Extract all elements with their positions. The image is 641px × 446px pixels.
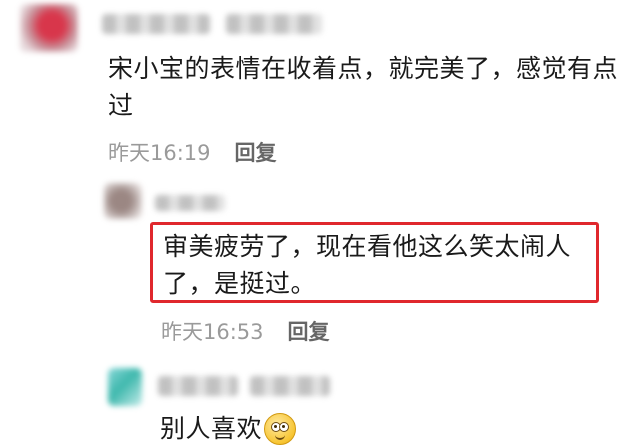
reply-text-row: 别人喜欢 (160, 410, 460, 446)
username-blurred[interactable] (158, 376, 238, 396)
username-blurred (250, 376, 330, 396)
reply-meta: 昨天16:53 回复 (161, 316, 330, 346)
reply-button[interactable]: 回复 (288, 316, 330, 346)
reply-button[interactable]: 回复 (235, 137, 277, 167)
avatar[interactable] (104, 183, 142, 219)
username-blurred (226, 14, 322, 34)
grinning-face-icon (264, 412, 297, 445)
username-blurred[interactable] (102, 14, 210, 34)
reply-text: 审美疲劳了，现在看他这么笑太闹人了，是挺过。 (163, 232, 572, 298)
comment-text: 宋小宝的表情在收着点，就完美了，感觉有点过 (108, 54, 619, 120)
username-blurred[interactable] (155, 195, 225, 211)
avatar[interactable] (108, 368, 142, 406)
reply-text: 别人喜欢 (160, 414, 263, 443)
comment-timestamp: 昨天16:19 (108, 141, 211, 165)
comment-meta: 昨天16:19 回复 (108, 137, 277, 167)
avatar[interactable] (20, 4, 78, 52)
reply-timestamp: 昨天16:53 (161, 320, 264, 344)
comment-thread: 宋小宝的表情在收着点，就完美了，感觉有点过 昨天16:19 回复 审美疲劳了，现… (0, 0, 641, 446)
